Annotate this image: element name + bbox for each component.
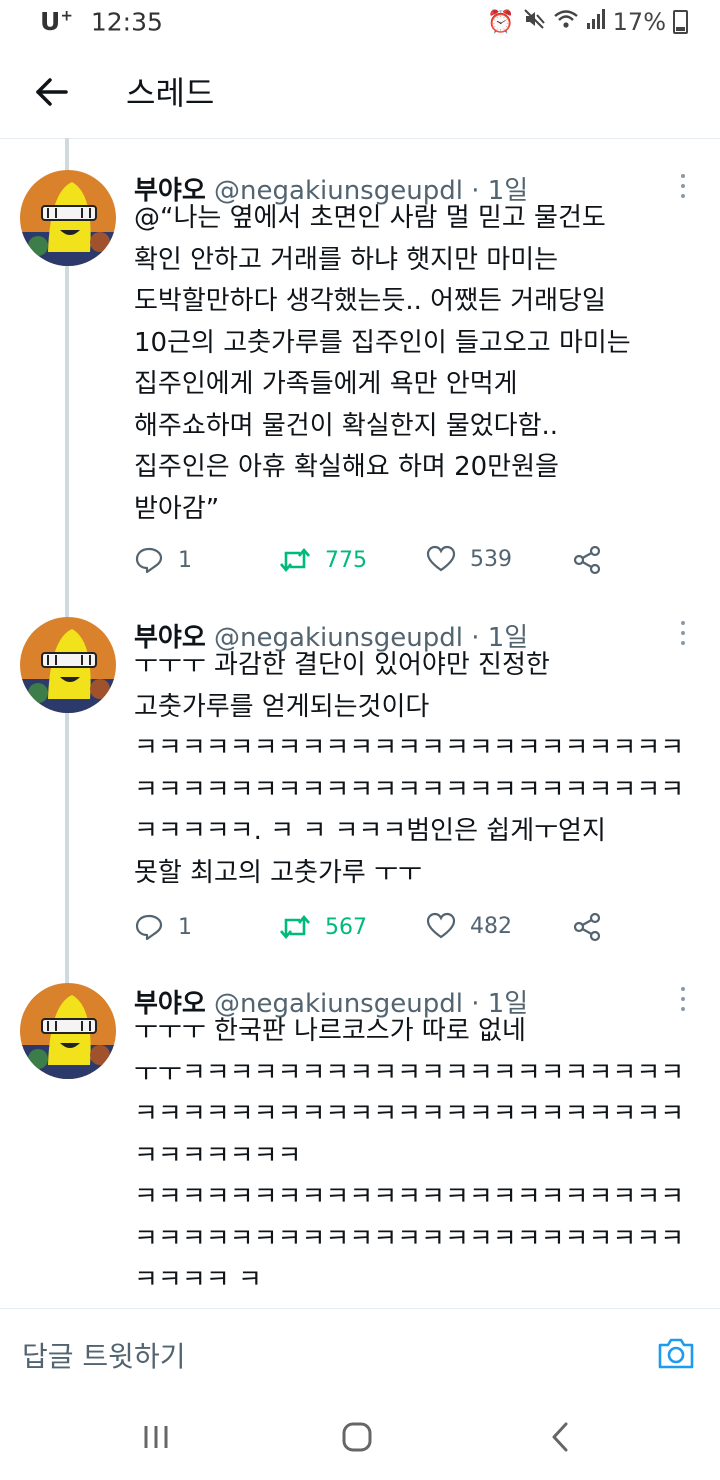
reply-icon (135, 547, 163, 574)
like-button[interactable]: 482 (426, 912, 512, 940)
home-icon[interactable] (340, 1420, 374, 1458)
like-count: 482 (470, 913, 512, 939)
status-bar: U+ 12:35 ⏰ 17% (0, 0, 720, 46)
reply-count: 1 (178, 914, 192, 940)
share-icon (573, 912, 601, 942)
clock: 12:35 (90, 7, 163, 37)
retweet-button[interactable]: 775 (279, 545, 367, 575)
avatar[interactable] (20, 170, 116, 266)
retweet-count: 567 (325, 914, 367, 940)
top-app-bar: 스레드 (0, 46, 720, 139)
tweet-text: ㅜㅜㅜ 한국판 나르코스가 따로 없네 ㅜㅜㅋㅋㅋㅋㅋㅋㅋㅋㅋㅋㅋㅋㅋㅋㅋㅋㅋㅋ… (134, 1016, 685, 1295)
tweet[interactable]: 부야오 @negakiunsgeupdl · 1일 ㅜㅜㅜ 과감한 결단이 있어… (0, 617, 720, 957)
heart-icon (426, 545, 456, 572)
share-icon (573, 545, 601, 575)
reply-input-placeholder[interactable]: 답글 트윗하기 (22, 1335, 185, 1375)
tweet-actions: 1 775 539 (134, 545, 614, 585)
retweet-button[interactable]: 567 (279, 912, 367, 942)
tweet-text: @“나는 옆에서 초면인 사람 멀 믿고 물건도 확인 안하고 거래를 하냐 햇… (134, 203, 631, 524)
retweet-icon (280, 547, 310, 573)
system-back-icon[interactable] (548, 1420, 572, 1458)
system-nav-bar (0, 1400, 720, 1480)
signal-icon (586, 8, 606, 36)
carrier-sup: + (60, 7, 73, 25)
wifi-icon (553, 8, 579, 36)
reply-icon (135, 914, 163, 941)
like-button[interactable]: 539 (426, 545, 512, 573)
share-button[interactable] (572, 912, 602, 942)
camera-icon[interactable] (656, 1335, 696, 1375)
back-arrow-icon[interactable] (34, 72, 74, 112)
carrier-label: U+ (40, 7, 73, 36)
status-right: ⏰ 17% (487, 7, 688, 37)
avatar[interactable] (20, 983, 116, 1079)
reply-button[interactable]: 1 (134, 545, 192, 575)
tweet-text: ㅜㅜㅜ 과감한 결단이 있어야만 진정한 고춧가루를 얻게되는것이다 ㅋㅋㅋㅋㅋ… (134, 650, 685, 888)
share-button[interactable] (572, 545, 602, 575)
battery-icon (673, 10, 688, 34)
page-title: 스레드 (126, 74, 215, 112)
recent-apps-icon[interactable] (142, 1420, 170, 1458)
battery-percent: 17% (612, 8, 666, 36)
tweet[interactable]: 부야오 @negakiunsgeupdl · 1일 @“나는 옆에서 초면인 사… (0, 170, 720, 590)
reply-composer[interactable]: 답글 트윗하기 (0, 1308, 720, 1401)
tweet-actions: 1 567 482 (134, 912, 614, 952)
reply-button[interactable]: 1 (134, 912, 192, 942)
alarm-icon: ⏰ (487, 9, 515, 35)
retweet-count: 775 (325, 547, 367, 573)
reply-count: 1 (178, 547, 192, 573)
tweet[interactable]: 부야오 @negakiunsgeupdl · 1일 ㅜㅜㅜ 한국판 나르코스가 … (0, 983, 720, 1303)
status-left: U+ 12:35 (40, 7, 163, 36)
carrier-name: U (40, 7, 61, 37)
mute-icon (522, 7, 546, 37)
heart-icon (426, 912, 456, 939)
like-count: 539 (470, 546, 512, 572)
avatar[interactable] (20, 617, 116, 713)
retweet-icon (280, 914, 310, 940)
